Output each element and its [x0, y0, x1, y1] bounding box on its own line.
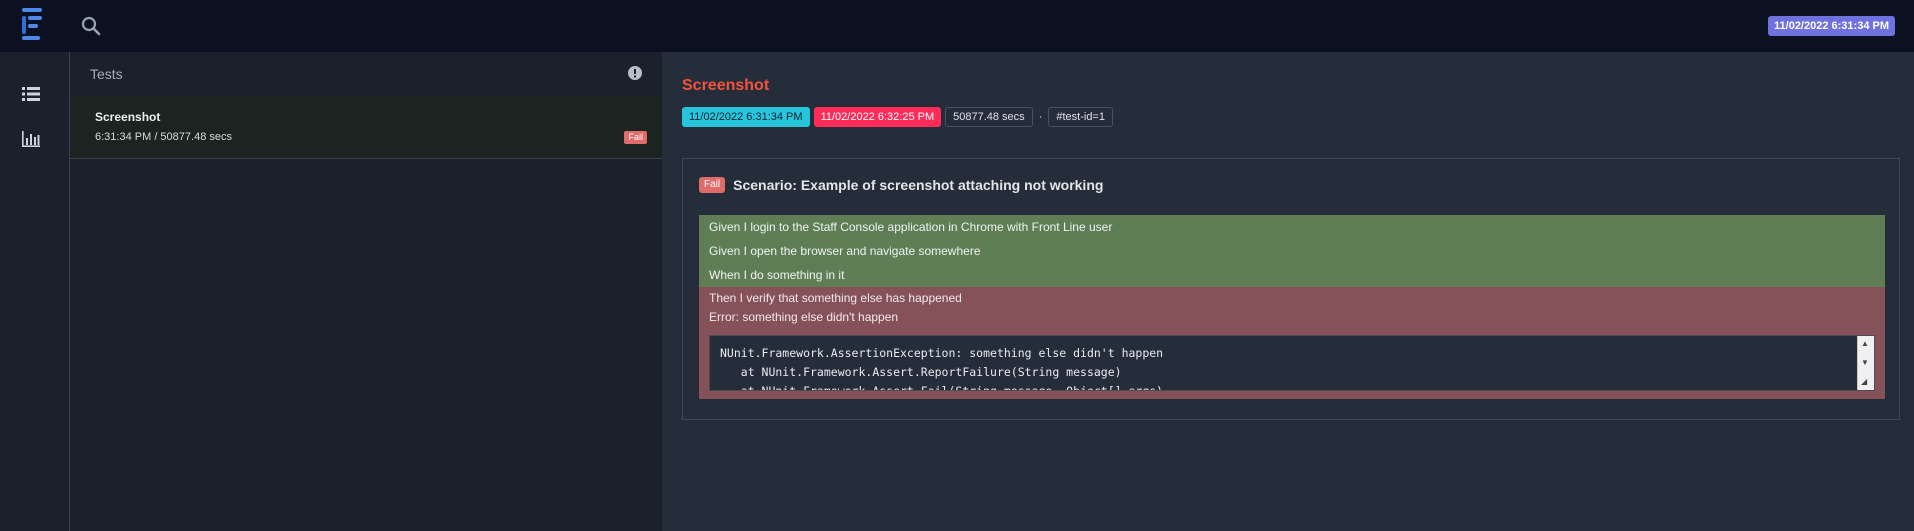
- test-detail-panel: Screenshot 11/02/2022 6:31:34 PM 11/02/2…: [662, 52, 1914, 531]
- scenario-card: Fail Scenario: Example of screenshot att…: [682, 158, 1900, 420]
- scroll-up-icon[interactable]: ▲: [1861, 339, 1869, 348]
- duration-badge: 50877.48 secs: [945, 107, 1033, 127]
- list-icon[interactable]: [22, 86, 44, 106]
- status-badge: Fail: [699, 177, 726, 193]
- scroll-down-icon[interactable]: ▼: [1861, 358, 1869, 367]
- start-time-badge: 11/02/2022 6:31:34 PM: [682, 107, 810, 127]
- end-time-badge: 11/02/2022 6:32:25 PM: [813, 107, 942, 127]
- exclamation-circle-icon[interactable]: [628, 66, 642, 80]
- search-icon[interactable]: [80, 15, 102, 37]
- scenario-title: Scenario: Example of screenshot attachin…: [733, 177, 1104, 193]
- step-passed: Given I open the browser and navigate so…: [699, 239, 1885, 263]
- step-passed: Given I login to the Staff Console appli…: [699, 215, 1885, 239]
- failed-step-text: Then I verify that something else has ha…: [709, 291, 962, 305]
- resize-grip-icon[interactable]: ◢: [1861, 377, 1867, 386]
- error-message: Error: something else didn't happen: [709, 310, 899, 324]
- steps-list: Given I login to the Staff Console appli…: [699, 215, 1885, 399]
- scenario-header: Fail Scenario: Example of screenshot att…: [699, 177, 1103, 193]
- status-badge: Fail: [624, 131, 647, 144]
- page-title: Screenshot: [682, 77, 770, 94]
- run-timestamp-badge: 11/02/2022 6:31:34 PM: [1768, 16, 1895, 36]
- test-meta-badges: 11/02/2022 6:31:34 PM 11/02/2022 6:32:25…: [682, 107, 1117, 127]
- bar-chart-icon[interactable]: [22, 131, 44, 151]
- stacktrace-textarea[interactable]: NUnit.Framework.AssertionException: some…: [709, 335, 1875, 391]
- test-id-badge: #test-id=1: [1048, 107, 1113, 127]
- scrollbar[interactable]: ▲ ▼ ◢: [1857, 336, 1874, 390]
- top-bar: 11/02/2022 6:31:34 PM: [0, 0, 1914, 52]
- test-list-item[interactable]: Screenshot 6:31:34 PM / 50877.48 secs Fa…: [70, 96, 662, 159]
- test-list-header: Tests: [90, 66, 123, 82]
- side-nav: [0, 52, 70, 531]
- test-name: Screenshot: [95, 110, 161, 124]
- step-failed: Then I verify that something else has ha…: [699, 287, 1885, 399]
- stacktrace-text: NUnit.Framework.AssertionException: some…: [720, 346, 1164, 391]
- test-list-panel: Tests Screenshot 6:31:34 PM / 50877.48 s…: [70, 52, 662, 531]
- separator: ·: [1038, 111, 1043, 123]
- step-passed: When I do something in it: [699, 263, 1885, 287]
- test-meta: 6:31:34 PM / 50877.48 secs: [95, 131, 232, 143]
- extent-logo-icon[interactable]: [22, 8, 48, 42]
